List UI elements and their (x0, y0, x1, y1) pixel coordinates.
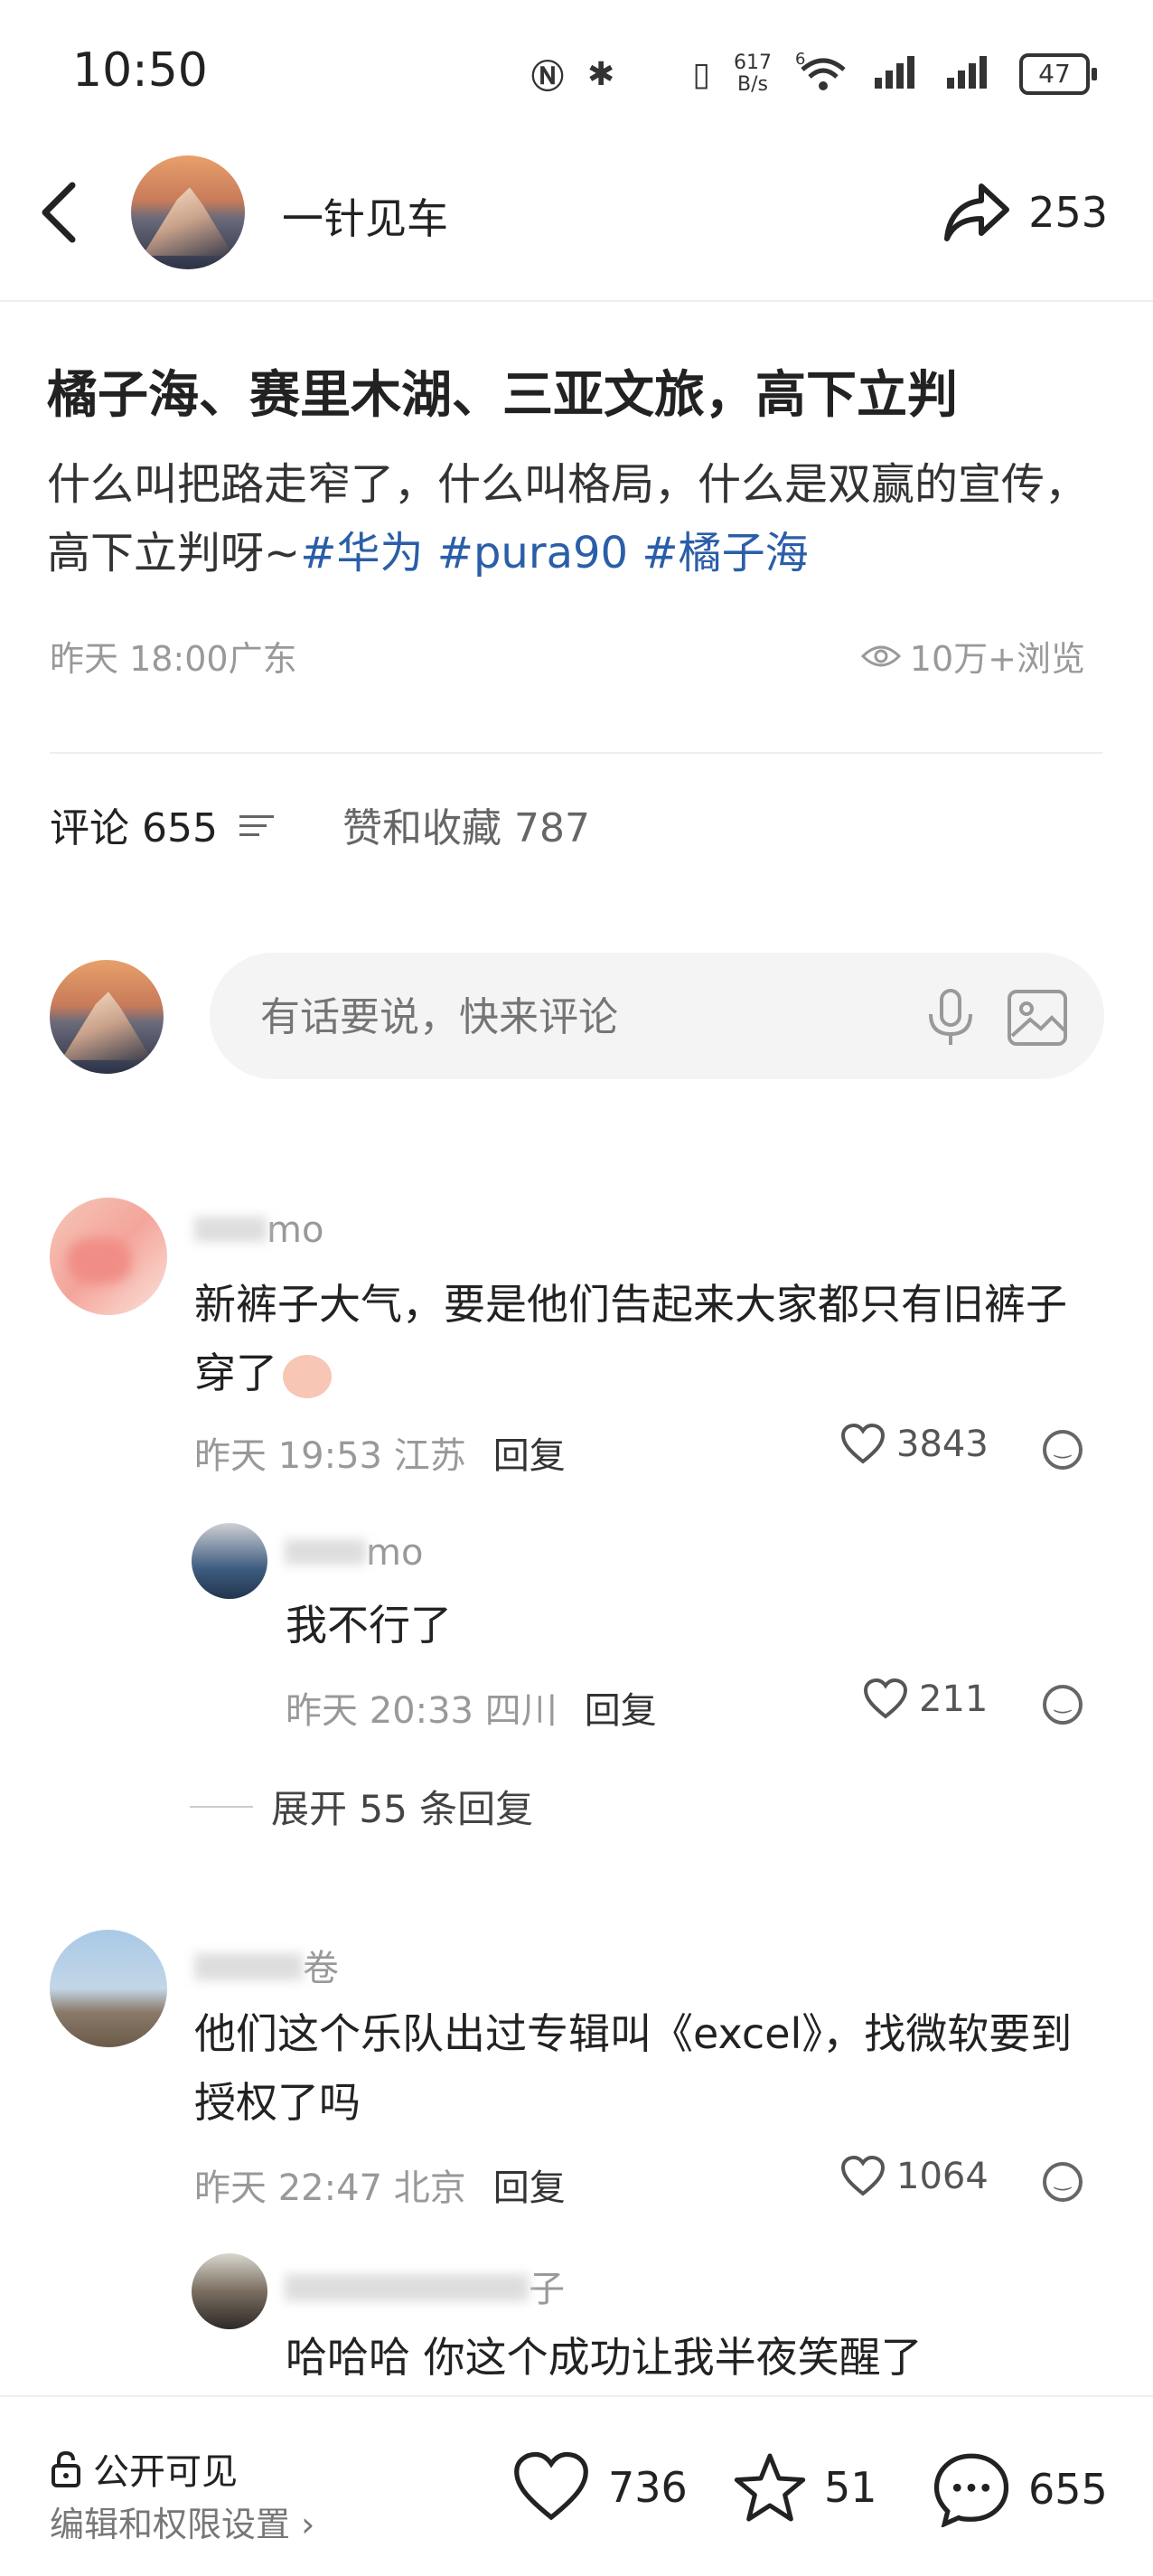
tag-pura90[interactable]: #pura90 (437, 528, 628, 578)
post-body: 什么叫把路走窄了，什么叫格局，什么是双赢的宣传，高下立判呀~#华为 #pura9… (47, 450, 1113, 588)
chevron-right-icon: › (301, 2505, 315, 2544)
comment-like-button[interactable]: 3843 (840, 1424, 989, 1465)
expand-replies-button[interactable]: 展开 55 条回复 (190, 1779, 533, 1834)
comment-like-button[interactable]: 211 (863, 1678, 988, 1720)
comment-text: 我不行了 (286, 1601, 452, 1650)
react-emoji-icon[interactable]: ‿ (1043, 1430, 1083, 1470)
commenter-name[interactable]: mo (194, 1209, 323, 1251)
comment-tabs: 评论 655 赞和收藏 787 (50, 795, 590, 853)
status-bar: 10:50 Ⓝ ✱ ▯ 617 B/s 6 47 (0, 0, 1153, 136)
status-icons: Ⓝ ✱ ▯ 617 B/s 6 47 (531, 47, 1097, 101)
comment-text: 哈哈哈 你这个成功让我半夜笑醒了 (286, 2333, 923, 2382)
comment-like-button[interactable]: 1064 (840, 2156, 989, 2197)
share-icon (944, 183, 1010, 241)
header-divider (0, 300, 1153, 302)
bottom-action-bar: 公开可见 编辑和权限设置 › 736 51 655 (0, 2395, 1153, 2576)
commenter-name[interactable]: 卷 (194, 1939, 339, 1991)
favorite-action-button[interactable]: 51 (732, 2451, 877, 2524)
comment-meta: 昨天 19:53 江苏 回复 (194, 1426, 566, 1479)
comment-text: 他们这个乐队出过专辑叫《excel》，找微软要到授权了吗 (194, 2009, 1073, 2127)
tag-huawei[interactable]: #华为 (300, 528, 423, 578)
edit-permissions-link[interactable]: 编辑和权限设置 › (50, 2496, 314, 2546)
chat-bubble-icon (933, 2453, 1009, 2527)
post-title: 橘子海、赛里木湖、三亚文旅，高下立判 (47, 366, 958, 425)
react-emoji-icon[interactable]: ‿ (1043, 1685, 1083, 1725)
battery-icon: 47 (1019, 53, 1097, 95)
back-button[interactable] (36, 181, 90, 244)
visibility-status[interactable]: 公开可见 (50, 2442, 238, 2495)
nfc-icon: Ⓝ (531, 59, 565, 96)
content-divider (50, 752, 1102, 754)
tag-juzihai[interactable]: #橘子海 (642, 528, 808, 578)
commenter-avatar[interactable] (50, 1198, 167, 1315)
reply-button[interactable]: 回复 (493, 2158, 566, 2211)
react-emoji-icon[interactable]: ‿ (1043, 2162, 1083, 2202)
bluetooth-icon: ✱ (587, 55, 615, 93)
view-count: 10万+浏览 (860, 631, 1085, 681)
comment-meta: 昨天 20:33 四川 回复 (286, 1681, 657, 1734)
my-avatar (50, 960, 164, 1074)
tab-comments[interactable]: 评论 655 (50, 795, 218, 853)
comment-text: 新裤子大气，要是他们告起来大家都只有旧裤子穿了 (194, 1280, 1067, 1398)
commenter-name[interactable]: mo (285, 1532, 423, 1574)
network-speed: 617 B/s (734, 52, 772, 96)
heart-icon (840, 1424, 886, 1464)
reply-button[interactable]: 回复 (493, 1426, 566, 1479)
commenter-avatar[interactable] (50, 1930, 167, 2047)
comment-action-button[interactable]: 655 (931, 2451, 1108, 2527)
heart-icon (863, 1678, 908, 1719)
reply-button[interactable]: 回复 (585, 1681, 657, 1734)
share-button[interactable]: 253 (942, 181, 1108, 244)
lock-icon (52, 2450, 80, 2487)
clock: 10:50 (72, 43, 208, 98)
commenter-avatar[interactable] (192, 2253, 267, 2329)
comment-input-row (0, 949, 1153, 1085)
post-date: 昨天 18:00 (50, 639, 229, 679)
expand-line (190, 1805, 253, 1808)
star-icon (734, 2453, 806, 2522)
commenter-avatar[interactable] (192, 1523, 267, 1599)
heart-icon (514, 2451, 588, 2521)
comment-input-box[interactable] (210, 953, 1104, 1081)
post-location: 广东 (228, 639, 297, 679)
comment-meta: 昨天 22:47 北京 回复 (194, 2158, 566, 2211)
chevron-left-icon (42, 182, 76, 243)
sort-icon[interactable] (234, 806, 279, 842)
vibrate-icon: ▯ (692, 55, 710, 93)
image-icon[interactable] (1007, 989, 1068, 1047)
wifi-icon: 6 (795, 50, 851, 99)
like-action-button[interactable]: 736 (511, 2451, 688, 2524)
signal-icon-2 (947, 52, 996, 97)
author-avatar[interactable] (131, 155, 245, 269)
crying-emoji-icon (283, 1354, 332, 1398)
share-count: 253 (1028, 188, 1108, 237)
signal-icon-1 (875, 52, 923, 97)
commenter-name[interactable]: 子 (285, 2260, 565, 2312)
comment-input[interactable] (258, 953, 895, 1081)
post-meta: 昨天 18:00广东 (50, 631, 297, 681)
eye-icon (860, 645, 901, 666)
tab-likes-favorites[interactable]: 赞和收藏 787 (342, 795, 590, 853)
microphone-icon[interactable] (923, 989, 978, 1047)
author-name[interactable]: 一针见车 (282, 186, 448, 246)
post-header: 一针见车 253 (0, 145, 1153, 280)
heart-icon (840, 2156, 886, 2196)
